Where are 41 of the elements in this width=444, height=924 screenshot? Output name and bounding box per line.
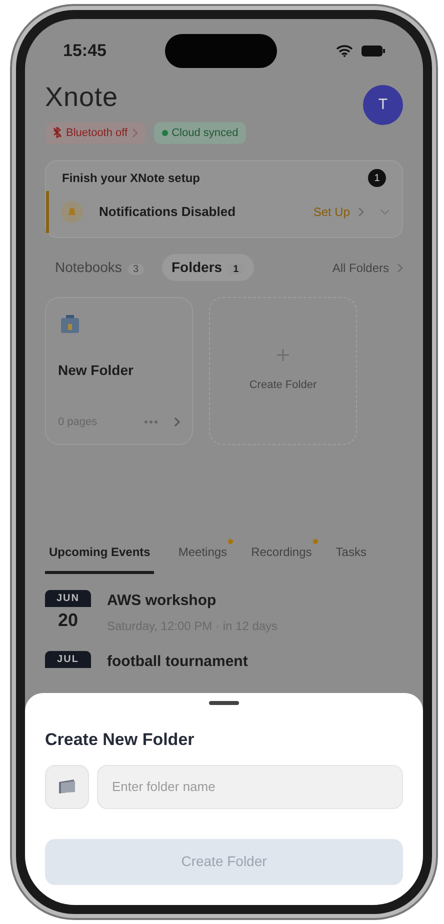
event-day: 20 (45, 607, 91, 634)
folder-name: New Folder (58, 361, 134, 380)
section-tab[interactable]: Notebooks 3 (45, 254, 154, 281)
event-tab[interactable]: Upcoming Events (45, 543, 154, 574)
status-time: 15:45 (63, 40, 106, 62)
chevron-right-icon (132, 128, 138, 138)
bluetooth-off-icon (53, 127, 62, 138)
set-up-link[interactable]: Set Up (313, 203, 364, 221)
count-badge: 1 (368, 169, 386, 187)
create-folder-card[interactable]: Create Folder (209, 297, 357, 445)
event-title: AWS workshop (107, 591, 218, 611)
event-title: football tournament (107, 652, 248, 672)
event-tab[interactable]: Tasks (336, 543, 366, 574)
app-logo: Xnote (45, 81, 120, 114)
event-month: JUL (45, 650, 91, 668)
setup-title: Finish your XNote setup (62, 170, 200, 187)
chevron-down-icon (380, 209, 390, 215)
folder-name-input[interactable]: Enter folder name (97, 764, 403, 808)
battery-icon (360, 45, 385, 57)
bell-icon (61, 201, 83, 223)
create-folder-label: Create Folder (249, 378, 317, 393)
section-tab[interactable]: Folders 1 (162, 254, 254, 281)
chevron-right-icon (397, 262, 403, 272)
folder-icon-picker[interactable] (45, 764, 89, 808)
event-tab[interactable]: Meetings (178, 543, 228, 574)
setup-item-label: Notifications Disabled (99, 203, 237, 222)
folder-icon (58, 312, 82, 336)
all-folders-link[interactable]: All Folders (332, 258, 403, 276)
drag-handle[interactable] (209, 701, 239, 705)
more-icon (144, 420, 158, 424)
sheet-title: Create New Folder (45, 729, 196, 751)
plus-icon (277, 348, 289, 361)
status-chip[interactable]: Bluetooth off (45, 122, 146, 144)
event-tab[interactable]: Recordings (251, 543, 312, 574)
chevron-right-icon (174, 416, 180, 427)
avatar[interactable]: T (363, 85, 403, 125)
event-month: JUN (45, 590, 91, 607)
wifi-icon (336, 45, 353, 57)
folder-icon (58, 779, 76, 794)
status-chip[interactable]: Cloud synced (154, 122, 246, 144)
chevron-right-icon (358, 207, 364, 217)
